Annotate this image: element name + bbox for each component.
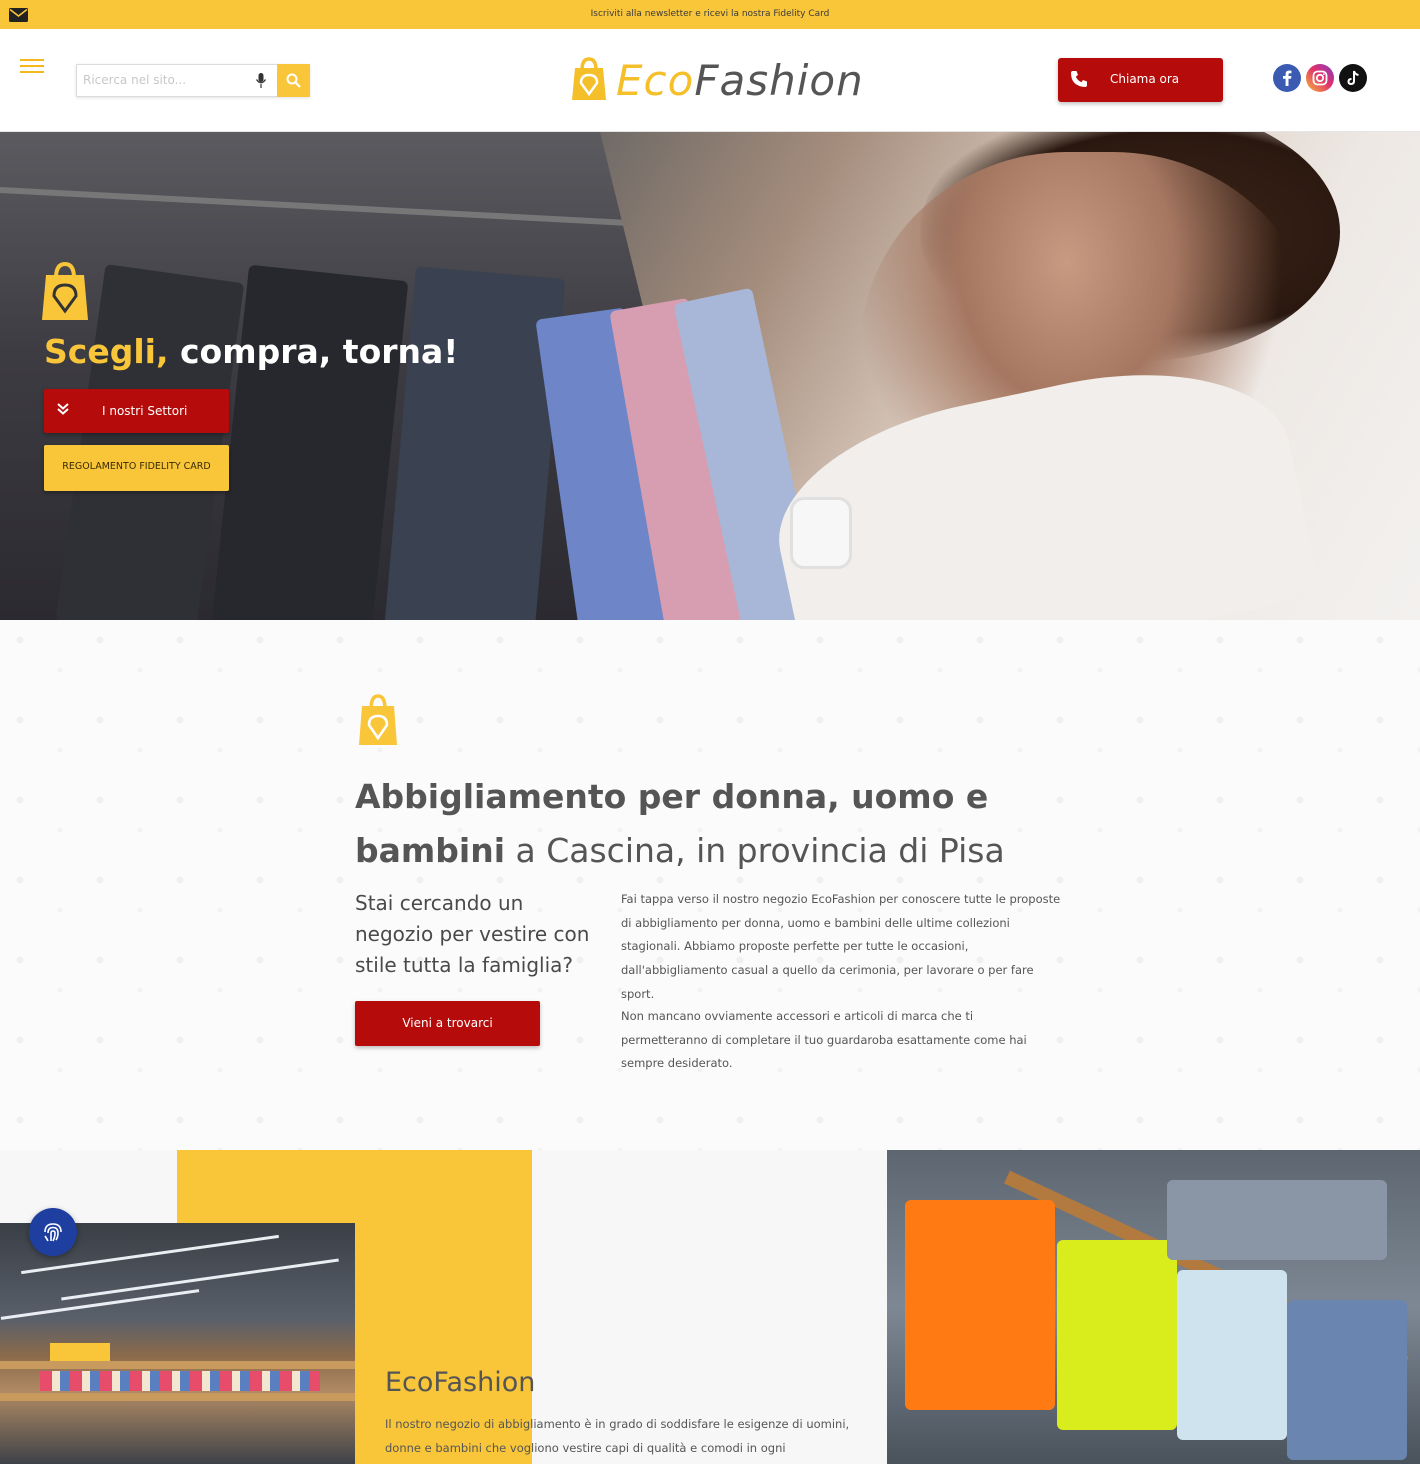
ecofashion-logo[interactable]: EcoFashion — [570, 54, 864, 110]
suitcases — [1167, 1180, 1387, 1260]
call-now-button[interactable]: Chiama ora — [1058, 58, 1223, 102]
intro-paragraph: Fai tappa verso il nostro negozio EcoFas… — [621, 892, 1061, 1001]
hanging-shirt — [211, 264, 409, 620]
wristwatch — [790, 497, 852, 569]
visit-us-label: Vieni a trovarci — [402, 1016, 493, 1030]
sectors-button[interactable]: I nostri Settori — [44, 389, 229, 433]
visit-us-button[interactable]: Vieni a trovarci — [355, 1001, 540, 1046]
orange-shirts — [905, 1200, 1055, 1410]
microphone-icon[interactable] — [255, 73, 267, 89]
intro-paragraph: Non mancano ovviamente accessori e artic… — [621, 1009, 1027, 1071]
hero-title-highlight: Scegli, — [44, 332, 169, 371]
hero-title: Scegli, compra, torna! — [44, 332, 458, 371]
fidelity-rules-label: REGOLAMENTO FIDELITY CARD — [62, 461, 211, 472]
intro-section: Abbigliamento per donna, uomo e bambini … — [0, 620, 1420, 1150]
clothes-rail — [0, 187, 640, 227]
logo-eco: Eco — [616, 56, 695, 105]
shopping-bag-icon — [42, 261, 88, 320]
store-sign — [50, 1343, 110, 1361]
store-interior-photo — [0, 1223, 355, 1464]
hero-banner: Scegli, compra, torna! I nostri Settori … — [0, 132, 1420, 620]
instagram-icon[interactable] — [1306, 64, 1334, 92]
kids-clothing-photo — [887, 1150, 1420, 1464]
call-now-label: Chiama ora — [1110, 72, 1180, 86]
tiktok-icon[interactable] — [1339, 64, 1367, 92]
floral-dresses — [1177, 1270, 1287, 1440]
hero-title-rest: compra, torna! — [180, 332, 459, 371]
about-section: EcoFashion Il nostro negozio di abbiglia… — [0, 1150, 1420, 1464]
search-icon — [286, 73, 301, 88]
site-header: EcoFashion Chiama ora — [0, 29, 1420, 132]
newsletter-bar: Iscriviti alla newsletter e ricevi la no… — [0, 0, 1420, 29]
sectors-label: I nostri Settori — [102, 404, 188, 418]
menu-icon[interactable] — [20, 59, 44, 75]
search-box — [76, 64, 310, 97]
double-chevron-down-icon — [57, 403, 69, 415]
newsletter-message[interactable]: Iscriviti alla newsletter e ricevi la no… — [0, 9, 1420, 19]
shopping-bag-icon — [359, 694, 397, 745]
phone-icon — [1071, 71, 1087, 87]
yellow-shirts — [1057, 1240, 1177, 1430]
fidelity-rules-button[interactable]: REGOLAMENTO FIDELITY CARD — [44, 445, 229, 491]
intro-question: Stai cercando un negozio per vestire con… — [355, 891, 590, 977]
intro-title-rest: a Cascina, in provincia di Pisa — [515, 831, 1005, 870]
intro-title: Abbigliamento per donna, uomo e bambini … — [355, 770, 1055, 878]
shoe-display — [40, 1371, 320, 1391]
facebook-icon[interactable] — [1273, 64, 1301, 92]
about-text: Il nostro negozio di abbigliamento è in … — [385, 1417, 850, 1455]
search-button[interactable] — [277, 64, 310, 97]
shopping-bag-icon — [572, 57, 606, 100]
fingerprint-icon[interactable] — [29, 1208, 77, 1256]
logo-fashion: Fashion — [694, 56, 864, 105]
search-input[interactable] — [83, 73, 243, 87]
about-title: EcoFashion — [385, 1367, 536, 1398]
denim-items — [1287, 1300, 1407, 1460]
